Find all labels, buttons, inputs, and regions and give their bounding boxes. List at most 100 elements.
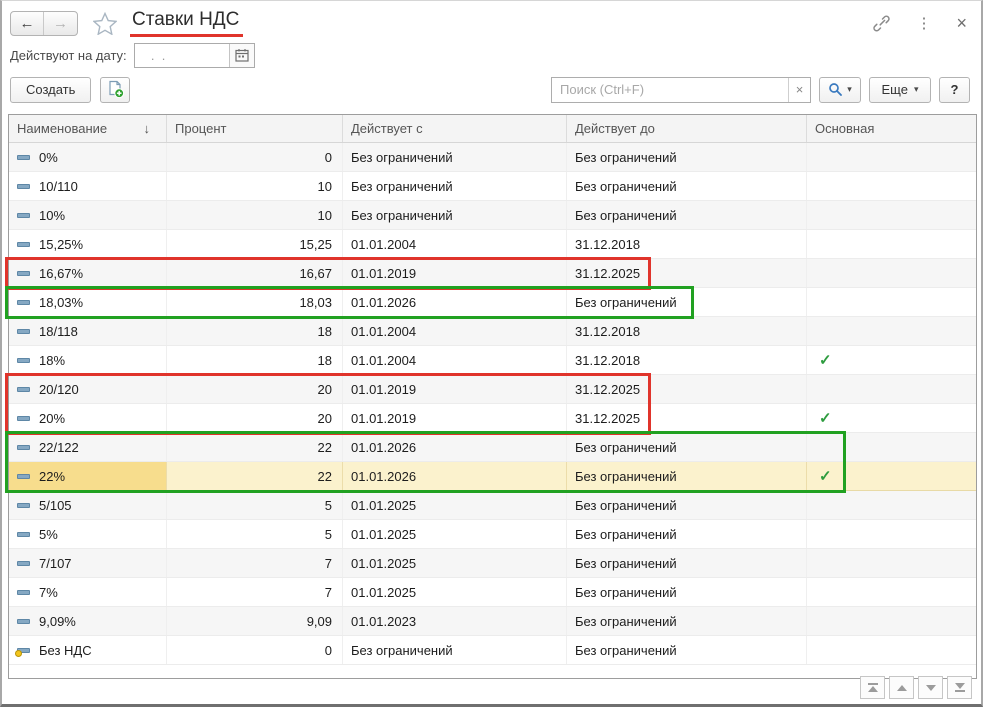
cell-main[interactable]: ✓ [807, 462, 976, 490]
cell-valid-to[interactable]: 31.12.2025 [567, 375, 807, 403]
more-menu-icon[interactable]: ⋮ [916, 16, 931, 31]
table-row[interactable]: 18,03% 18,03 01.01.2026 Без ограничений [9, 288, 976, 317]
cell-valid-to[interactable]: Без ограничений [567, 520, 807, 548]
cell-name[interactable]: 5% [9, 520, 167, 548]
cell-valid-to[interactable]: Без ограничений [567, 201, 807, 229]
cell-valid-to[interactable]: Без ограничений [567, 607, 807, 635]
cell-percent[interactable]: 9,09 [167, 607, 343, 635]
cell-main[interactable] [807, 230, 976, 258]
cell-main[interactable] [807, 288, 976, 316]
table-row[interactable]: 10/110 10 Без ограничений Без ограничений [9, 172, 976, 201]
cell-percent[interactable]: 0 [167, 143, 343, 171]
cell-percent[interactable]: 16,67 [167, 259, 343, 287]
cell-percent[interactable]: 18,03 [167, 288, 343, 316]
cell-main[interactable] [807, 433, 976, 461]
scroll-down-button[interactable] [918, 676, 943, 699]
cell-name[interactable]: 20% [9, 404, 167, 432]
table-row[interactable]: 22% 22 01.01.2026 Без ограничений ✓ [9, 462, 976, 491]
cell-valid-from[interactable]: 01.01.2019 [343, 404, 567, 432]
back-button[interactable]: ← [11, 11, 44, 35]
cell-valid-from[interactable]: 01.01.2025 [343, 578, 567, 606]
cell-main[interactable] [807, 549, 976, 577]
cell-name[interactable]: 7/107 [9, 549, 167, 577]
table-row[interactable]: 10% 10 Без ограничений Без ограничений [9, 201, 976, 230]
search-settings-button[interactable]: ▾ [819, 76, 861, 103]
cell-valid-to[interactable]: 31.12.2018 [567, 346, 807, 374]
cell-valid-from[interactable]: 01.01.2026 [343, 433, 567, 461]
scroll-up-button[interactable] [889, 676, 914, 699]
cell-percent[interactable]: 22 [167, 462, 343, 490]
cell-main[interactable]: ✓ [807, 404, 976, 432]
table-row[interactable]: 5% 5 01.01.2025 Без ограничений [9, 520, 976, 549]
cell-name[interactable]: 7% [9, 578, 167, 606]
cell-main[interactable] [807, 317, 976, 345]
copy-button[interactable] [100, 76, 131, 103]
cell-name[interactable]: 18% [9, 346, 167, 374]
cell-valid-from[interactable]: 01.01.2019 [343, 259, 567, 287]
close-icon[interactable]: × [956, 14, 967, 32]
cell-name[interactable]: 10/110 [9, 172, 167, 200]
cell-valid-from[interactable]: Без ограничений [343, 143, 567, 171]
cell-name[interactable]: 0% [9, 143, 167, 171]
cell-name[interactable]: 18,03% [9, 288, 167, 316]
cell-main[interactable] [807, 578, 976, 606]
cell-name[interactable]: 18/118 [9, 317, 167, 345]
cell-main[interactable] [807, 143, 976, 171]
cell-percent[interactable]: 15,25 [167, 230, 343, 258]
cell-valid-from[interactable]: 01.01.2019 [343, 375, 567, 403]
cell-main[interactable] [807, 636, 976, 664]
table-row[interactable]: 7% 7 01.01.2025 Без ограничений [9, 578, 976, 607]
column-header-main[interactable]: Основная [807, 115, 976, 142]
table-row[interactable]: 18/118 18 01.01.2004 31.12.2018 [9, 317, 976, 346]
cell-name[interactable]: 10% [9, 201, 167, 229]
cell-main[interactable] [807, 375, 976, 403]
cell-valid-to[interactable]: Без ограничений [567, 462, 807, 490]
column-header-percent[interactable]: Процент [167, 115, 343, 142]
cell-valid-from[interactable]: Без ограничений [343, 172, 567, 200]
cell-percent[interactable]: 0 [167, 636, 343, 664]
cell-valid-to[interactable]: Без ограничений [567, 143, 807, 171]
cell-valid-to[interactable]: Без ограничений [567, 549, 807, 577]
cell-valid-to[interactable]: Без ограничений [567, 636, 807, 664]
table-row[interactable]: 16,67% 16,67 01.01.2019 31.12.2025 [9, 259, 976, 288]
table-row[interactable]: 18% 18 01.01.2004 31.12.2018 ✓ [9, 346, 976, 375]
cell-percent[interactable]: 22 [167, 433, 343, 461]
cell-valid-from[interactable]: 01.01.2004 [343, 230, 567, 258]
cell-name[interactable]: 22/122 [9, 433, 167, 461]
cell-percent[interactable]: 10 [167, 172, 343, 200]
table-row[interactable]: 7/107 7 01.01.2025 Без ограничений [9, 549, 976, 578]
cell-percent[interactable]: 10 [167, 201, 343, 229]
cell-name[interactable]: 22% [9, 462, 167, 490]
table-row[interactable]: 5/105 5 01.01.2025 Без ограничений [9, 491, 976, 520]
cell-percent[interactable]: 18 [167, 317, 343, 345]
help-button[interactable]: ? [939, 76, 970, 103]
table-row[interactable]: 9,09% 9,09 01.01.2023 Без ограничений [9, 607, 976, 636]
cell-name[interactable]: 20/120 [9, 375, 167, 403]
cell-name[interactable]: 16,67% [9, 259, 167, 287]
cell-percent[interactable]: 20 [167, 375, 343, 403]
cell-name[interactable]: Без НДС [9, 636, 167, 664]
cell-percent[interactable]: 18 [167, 346, 343, 374]
table-row[interactable]: 22/122 22 01.01.2026 Без ограничений [9, 433, 976, 462]
create-button[interactable]: Создать [10, 76, 92, 103]
link-icon[interactable] [872, 14, 891, 33]
table-row[interactable]: Без НДС 0 Без ограничений Без ограничений [9, 636, 976, 665]
cell-valid-from[interactable]: Без ограничений [343, 636, 567, 664]
cell-valid-to[interactable]: Без ограничений [567, 491, 807, 519]
cell-main[interactable]: ✓ [807, 346, 976, 374]
cell-name[interactable]: 9,09% [9, 607, 167, 635]
cell-valid-from[interactable]: 01.01.2023 [343, 607, 567, 635]
cell-valid-from[interactable]: Без ограничений [343, 201, 567, 229]
table-row[interactable]: 0% 0 Без ограничений Без ограничений [9, 143, 976, 172]
forward-button[interactable]: → [44, 12, 77, 35]
cell-percent[interactable]: 7 [167, 549, 343, 577]
cell-valid-to[interactable]: Без ограничений [567, 578, 807, 606]
go-first-button[interactable] [860, 676, 885, 699]
cell-valid-to[interactable]: Без ограничений [567, 288, 807, 316]
cell-main[interactable] [807, 172, 976, 200]
table-row[interactable]: 20/120 20 01.01.2019 31.12.2025 [9, 375, 976, 404]
cell-main[interactable] [807, 607, 976, 635]
cell-valid-from[interactable]: 01.01.2026 [343, 288, 567, 316]
calendar-button[interactable] [228, 43, 254, 67]
date-input[interactable] [134, 43, 229, 67]
